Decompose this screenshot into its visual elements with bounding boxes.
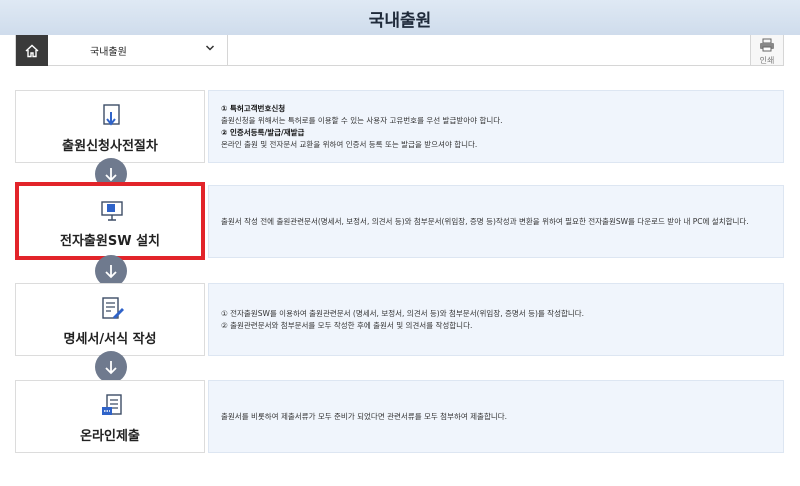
breadcrumb-label: 국내출원 (90, 47, 127, 58)
home-icon (25, 44, 39, 57)
chevron-down-icon (205, 45, 215, 51)
desc-line: ① 전자출원SW를 이용하여 출원관련문서 (명세서, 보정서, 의견서 등)와… (221, 308, 585, 318)
step-description: ① 전자출원SW를 이용하여 출원관련문서 (명세서, 보정서, 의견서 등)와… (208, 283, 784, 356)
step-box[interactable]: 명세서/서식 작성 (15, 283, 205, 356)
step-online-submit: 온라인제출 출원서를 비롯하여 제출서류가 모두 준비가 되었다면 관련서류를 … (15, 380, 784, 453)
desc-line: 출원신청을 위해서는 특허로를 이용할 수 있는 사용자 고유번호를 우선 발급… (221, 115, 503, 125)
step-title: 출원신청사전절차 (62, 139, 158, 154)
step-description: 출원서를 비롯하여 제출서류가 모두 준비가 되었다면 관련서류를 모두 첨부하… (208, 380, 784, 453)
step-title: 온라인제출 (80, 429, 140, 444)
page-title: 국내출원 (368, 11, 432, 31)
home-button[interactable] (16, 35, 48, 66)
document-list-icon (102, 394, 122, 415)
step-description: ① 특허고객번호신청 출원신청을 위해서는 특허로를 이용할 수 있는 사용자 … (208, 90, 784, 163)
page-header: 국내출원 (0, 0, 800, 35)
desc-line: ① 특허고객번호신청 (221, 103, 286, 113)
document-download-icon (103, 104, 120, 126)
step-title: 명세서/서식 작성 (63, 332, 157, 347)
step-description: 출원서 작성 전에 출원관련문서(명세서, 보정서, 의견서 등)와 첨부문서(… (208, 185, 784, 258)
desc-line: ② 출원관련문서와 첨부문서를 모두 작성한 후에 출원서 및 의견서를 작성합… (221, 320, 473, 330)
print-label: 인쇄 (759, 56, 775, 65)
arrow-down-icon (95, 351, 127, 383)
step-pre-application: 출원신청사전절차 ① 특허고객번호신청 출원신청을 위해서는 특허로를 이용할 … (15, 90, 784, 163)
breadcrumb-dropdown[interactable]: 국내출원 (48, 35, 228, 65)
print-button[interactable]: 인쇄 (750, 35, 783, 65)
step-document-write: 명세서/서식 작성 ① 전자출원SW를 이용하여 출원관련문서 (명세서, 보정… (15, 283, 784, 356)
highlight-box (15, 182, 205, 260)
document-edit-icon (102, 297, 124, 319)
step-box[interactable]: 출원신청사전절차 (15, 90, 205, 163)
step-box[interactable]: 온라인제출 (15, 380, 205, 453)
desc-line: 출원서를 비롯하여 제출서류가 모두 준비가 되었다면 관련서류를 모두 첨부하… (221, 411, 508, 421)
printer-icon (760, 38, 774, 52)
desc-line: 온라인 출원 및 전자문서 교환을 위하여 인증서 등록 또는 발급을 받으셔야… (221, 139, 478, 149)
breadcrumb-bar: 국내출원 인쇄 (15, 35, 784, 66)
desc-line: ② 인증서등록/발급/재발급 (221, 127, 305, 137)
desc-line: 출원서 작성 전에 출원관련문서(명세서, 보정서, 의견서 등)와 첨부문서(… (221, 216, 749, 226)
